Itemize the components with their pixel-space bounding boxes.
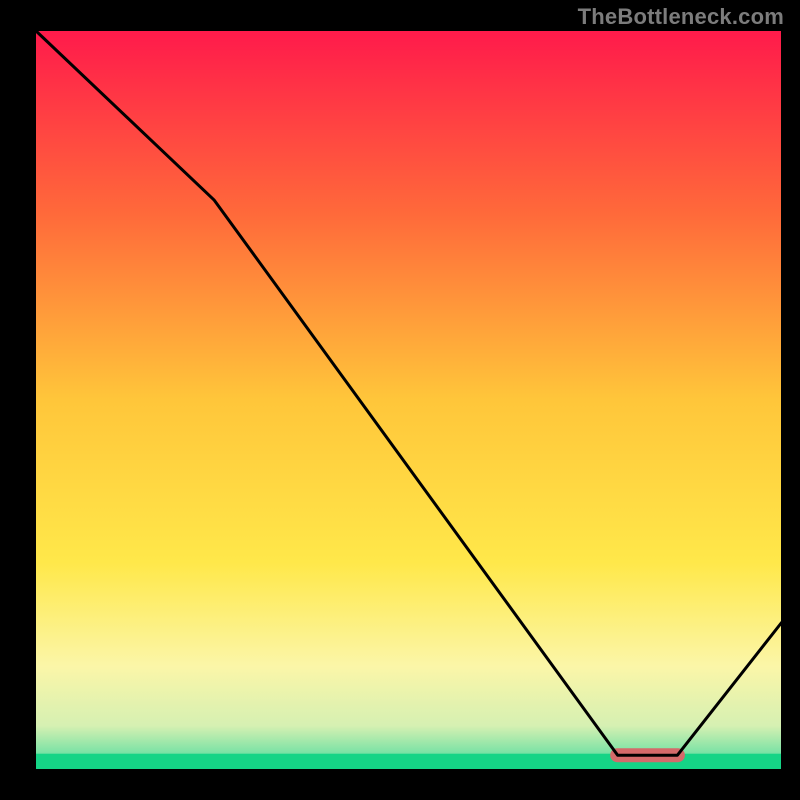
watermark-text: TheBottleneck.com <box>578 4 784 30</box>
chart-container: TheBottleneck.com <box>0 0 800 800</box>
bottleneck-chart <box>0 0 800 800</box>
plot-background <box>35 30 782 770</box>
